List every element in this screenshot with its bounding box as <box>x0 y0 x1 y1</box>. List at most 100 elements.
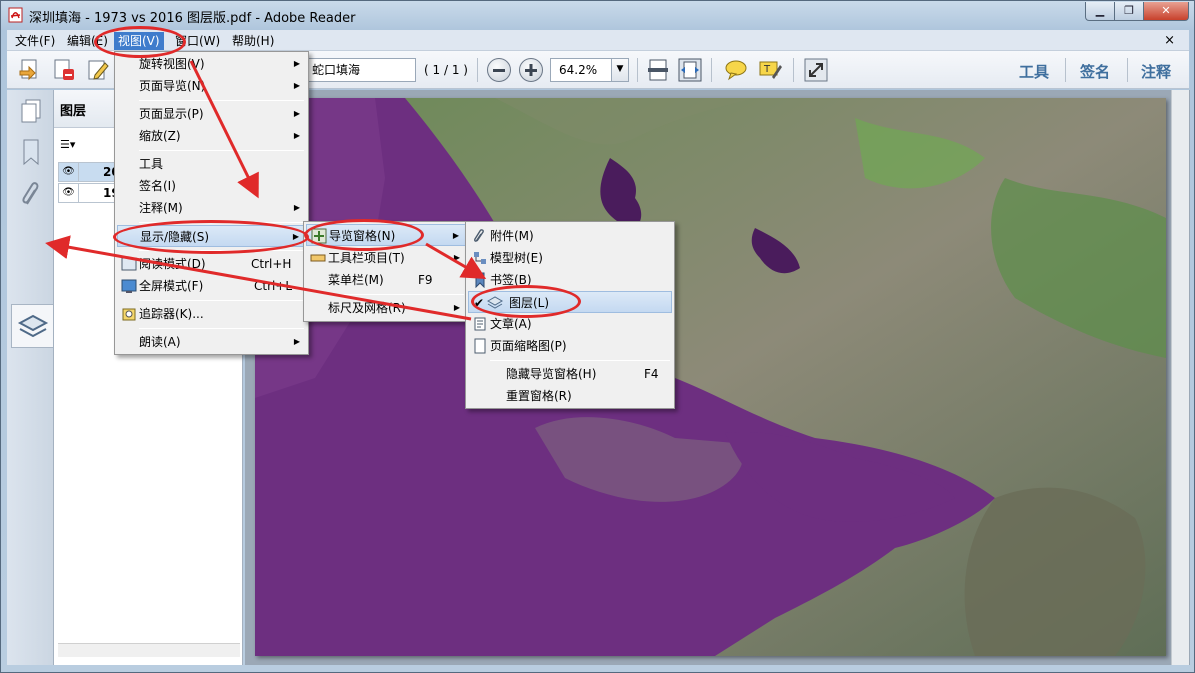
annotation-circle-navigation-panes <box>304 219 424 251</box>
menu-shortcut: Ctrl+H <box>251 257 292 271</box>
annotation-circle-view-menu <box>94 26 186 58</box>
menu-item-tools[interactable]: 工具 <box>117 153 306 175</box>
satellite-map-image <box>255 98 1166 656</box>
menu-item-label: 阅读模式(D) <box>139 257 206 271</box>
annotation-circle-show-hide <box>113 220 309 254</box>
submenu-arrow-icon: ▶ <box>293 81 300 90</box>
minimize-icon: ▁ <box>1095 4 1105 17</box>
close-document-button[interactable]: × <box>1160 32 1179 50</box>
menu-item-menu-bar[interactable]: 菜单栏(M) F9 <box>306 269 466 291</box>
eye-icon[interactable]: 👁 <box>59 163 79 181</box>
page-thumbnail-icon <box>474 338 486 354</box>
menu-separator <box>139 100 304 101</box>
bookmark-icon <box>475 272 485 288</box>
page-thumbnails-icon[interactable] <box>13 94 49 132</box>
sign-link[interactable]: 签名 <box>1080 61 1110 82</box>
annotation-circle-layers <box>471 285 581 318</box>
close-window-button[interactable]: ✕ <box>1143 2 1189 21</box>
chevron-down-icon: ▼ <box>616 64 624 74</box>
menu-item-page-display[interactable]: 页面显示(P) ▶ <box>117 103 306 125</box>
restore-icon: ❐ <box>1124 4 1134 17</box>
fullscreen-icon[interactable] <box>803 57 829 83</box>
pdf-app-icon <box>8 7 23 23</box>
menu-item-page-navigation[interactable]: 页面导览(N) ▶ <box>117 75 306 97</box>
fit-page-icon[interactable] <box>645 57 671 83</box>
comment-link[interactable]: 注释 <box>1141 61 1171 82</box>
menu-item-reset-panes[interactable]: 重置窗格(R) <box>468 385 672 407</box>
menu-item-comment[interactable]: 注释(M) ▶ <box>117 197 306 219</box>
tracker-icon <box>122 308 136 321</box>
minus-icon <box>493 69 505 72</box>
menu-item-label: 注释(M) <box>139 201 183 215</box>
svg-text:T: T <box>763 64 771 75</box>
edit-document-icon[interactable] <box>85 57 111 83</box>
document-scrollbar[interactable] <box>1171 90 1189 665</box>
document-area <box>245 90 1190 665</box>
menu-item-rulers-grids[interactable]: 标尺及网格(R) ▶ <box>306 297 466 319</box>
menu-shortcut: F4 <box>644 367 659 381</box>
zoom-out-button[interactable] <box>487 58 511 82</box>
minimize-button[interactable]: ▁ <box>1085 2 1115 21</box>
layers-tab[interactable] <box>11 304 55 348</box>
menu-item-label: 隐藏导览窗格(H) <box>506 367 597 381</box>
map-graphic <box>255 98 1166 656</box>
menu-item-sign[interactable]: 签名(I) <box>117 175 306 197</box>
menu-item-articles[interactable]: 文章(A) <box>468 313 672 335</box>
highlight-text-icon[interactable]: T <box>757 57 783 83</box>
create-pdf-icon[interactable] <box>17 57 43 83</box>
article-icon <box>474 317 486 331</box>
menu-item-label: 模型树(E) <box>490 251 543 265</box>
menu-item-model-tree[interactable]: 模型树(E) <box>468 247 672 269</box>
attachments-icon[interactable] <box>13 176 49 214</box>
zoom-in-button[interactable] <box>519 58 543 82</box>
menu-item-read-aloud[interactable]: 朗读(A) ▶ <box>117 331 306 353</box>
menu-item-label: 页面缩略图(P) <box>490 339 567 353</box>
toolbar-separator <box>637 58 638 82</box>
eye-icon[interactable]: 👁 <box>59 184 79 202</box>
submenu-arrow-icon: ▶ <box>293 203 300 212</box>
menu-item-label: 朗读(A) <box>139 335 181 349</box>
reading-mode-icon <box>121 257 137 271</box>
menu-shortcut: F9 <box>418 273 433 287</box>
zoom-input[interactable]: 64.2% <box>550 58 612 82</box>
menu-item-label: 追踪器(K)... <box>139 307 204 321</box>
menu-separator <box>139 150 304 151</box>
panel-horizontal-scrollbar[interactable] <box>58 643 240 657</box>
comment-icon[interactable] <box>723 57 749 83</box>
layer-options-button[interactable]: ☰▾ <box>60 138 84 154</box>
menu-item-full-screen[interactable]: 全屏模式(F) Ctrl+L <box>117 275 306 297</box>
menu-item-zoom[interactable]: 缩放(Z) ▶ <box>117 125 306 147</box>
pdf-tool-icon[interactable] <box>51 57 77 83</box>
toolbar-items-icon <box>310 254 326 262</box>
menu-item-label: 旋转视图(V) <box>139 57 205 71</box>
menu-item-reading-mode[interactable]: 阅读模式(D) Ctrl+H <box>117 253 306 275</box>
menu-item-page-thumbnails[interactable]: 页面缩略图(P) <box>468 335 672 357</box>
fit-width-icon[interactable] <box>677 57 703 83</box>
menu-file[interactable]: 文件(F) <box>11 32 59 50</box>
menu-separator <box>490 360 670 361</box>
menu-shortcut: Ctrl+L <box>254 279 293 293</box>
menu-separator <box>139 328 304 329</box>
tools-link[interactable]: 工具 <box>1019 61 1049 82</box>
menu-item-label: 缩放(Z) <box>139 129 181 143</box>
menu-item-tracker[interactable]: 追踪器(K)... <box>117 303 306 325</box>
menu-item-label: 标尺及网格(R) <box>328 301 406 315</box>
menu-item-toolbar-items[interactable]: 工具栏项目(T) ▶ <box>306 247 466 269</box>
window-title: 深圳填海 - 1973 vs 2016 图层版.pdf - Adobe Read… <box>29 11 356 26</box>
menu-item-hide-navigation-panes[interactable]: 隐藏导览窗格(H) F4 <box>468 363 672 385</box>
bookmarks-icon[interactable] <box>13 134 49 172</box>
submenu-arrow-icon: ▶ <box>293 337 300 346</box>
zoom-dropdown[interactable]: ▼ <box>611 58 629 82</box>
toolbar-separator <box>477 58 478 82</box>
view-menu: 旋转视图(V) ▶ 页面导览(N) ▶ 页面显示(P) ▶ 缩放(Z) ▶ 工具 签名(… <box>114 51 309 355</box>
menu-item-label: 签名(I) <box>139 179 176 193</box>
restore-button[interactable]: ❐ <box>1114 2 1144 21</box>
menu-item-attachments[interactable]: 附件(M) <box>468 225 672 247</box>
menu-item-label: 附件(M) <box>490 229 534 243</box>
menu-help[interactable]: 帮助(H) <box>228 32 278 50</box>
menu-item-label: 文章(A) <box>490 317 532 331</box>
filename-field[interactable]: 蛇口填海1973.png <box>305 58 416 82</box>
toolbar-separator <box>711 58 712 82</box>
toolbar-separator <box>1127 58 1128 82</box>
page-indicator: ( 1 / 1 ) <box>424 63 468 77</box>
